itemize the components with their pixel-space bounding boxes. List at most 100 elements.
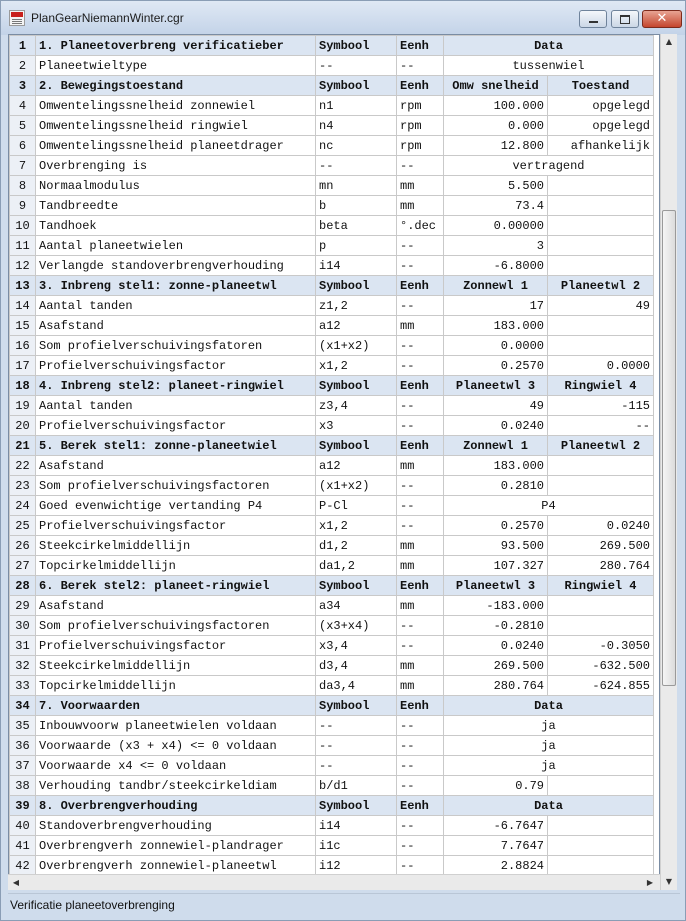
cell-a[interactable]: Steekcirkelmiddellijn — [35, 535, 316, 556]
cell-e[interactable]: -115 — [547, 395, 654, 416]
cell-e[interactable]: Planeetwl 2 — [547, 435, 654, 456]
minimize-button[interactable] — [579, 10, 607, 28]
vertical-scroll-thumb[interactable] — [662, 210, 676, 686]
cell-d[interactable]: 107.327 — [443, 555, 548, 576]
cell-a[interactable]: Overbrengverh zonnewiel-plandrager — [35, 835, 316, 856]
cell-b[interactable]: p — [315, 235, 397, 256]
cell-c[interactable]: mm — [396, 595, 444, 616]
cell-c[interactable]: -- — [396, 775, 444, 796]
cell-a[interactable]: Omwentelingssnelheid planeetdrager — [35, 135, 316, 156]
cell-c[interactable]: rpm — [396, 95, 444, 116]
cell-d[interactable]: -6.8000 — [443, 255, 548, 276]
cell-e[interactable] — [547, 315, 654, 336]
cell-a[interactable]: Steekcirkelmiddellijn — [35, 655, 316, 676]
cell-e[interactable] — [547, 455, 654, 476]
cell-a[interactable]: Verlangde standoverbrengverhouding — [35, 255, 316, 276]
cell-c[interactable]: -- — [396, 475, 444, 496]
cell-c[interactable]: mm — [396, 675, 444, 696]
cell-a[interactable]: 3. Inbreng stel1: zonne-planeetwl — [35, 275, 316, 296]
scroll-down-arrow-icon[interactable]: ▼ — [661, 874, 677, 890]
cell-span[interactable]: ja — [443, 715, 654, 736]
cell-b[interactable]: -- — [315, 735, 397, 756]
cell-a[interactable]: Som profielverschuivingsfactoren — [35, 475, 316, 496]
cell-a[interactable]: Profielverschuivingsfactor — [35, 355, 316, 376]
cell-e[interactable]: opgelegd — [547, 115, 654, 136]
cell-b[interactable]: -- — [315, 55, 397, 76]
cell-b[interactable]: x1,2 — [315, 355, 397, 376]
cell-a[interactable]: Topcirkelmiddellijn — [35, 675, 316, 696]
cell-b[interactable]: Symbool — [315, 75, 397, 96]
cell-c[interactable]: -- — [396, 515, 444, 536]
cell-c[interactable]: Eenh — [396, 375, 444, 396]
cell-a[interactable]: Tandhoek — [35, 215, 316, 236]
cell-c[interactable]: Eenh — [396, 795, 444, 816]
cell-a[interactable]: Voorwaarde x4 <= 0 voldaan — [35, 755, 316, 776]
cell-e[interactable] — [547, 215, 654, 236]
cell-c[interactable]: Eenh — [396, 35, 444, 56]
scroll-right-arrow-icon[interactable]: ▶ — [642, 875, 658, 890]
cell-d[interactable]: Zonnewl 1 — [443, 435, 548, 456]
cell-a[interactable]: Som profielverschuivingsfatoren — [35, 335, 316, 356]
cell-c[interactable]: -- — [396, 295, 444, 316]
cell-c[interactable]: mm — [396, 555, 444, 576]
cell-a[interactable]: Standoverbrengverhouding — [35, 815, 316, 836]
cell-e[interactable]: -0.3050 — [547, 635, 654, 656]
cell-d[interactable]: -6.7647 — [443, 815, 548, 836]
cell-c[interactable]: -- — [396, 755, 444, 776]
cell-b[interactable]: -- — [315, 715, 397, 736]
cell-d[interactable]: 183.000 — [443, 315, 548, 336]
cell-a[interactable]: Tandbreedte — [35, 195, 316, 216]
cell-b[interactable]: n4 — [315, 115, 397, 136]
cell-a[interactable]: Profielverschuivingsfactor — [35, 515, 316, 536]
cell-b[interactable]: P-Cl — [315, 495, 397, 516]
cell-c[interactable]: -- — [396, 735, 444, 756]
cell-b[interactable]: a12 — [315, 315, 397, 336]
cell-a[interactable]: Aantal tanden — [35, 395, 316, 416]
maximize-button[interactable] — [611, 10, 639, 28]
cell-a[interactable]: 1. Planeetoverbreng verificatieber — [35, 35, 316, 56]
cell-c[interactable]: mm — [396, 195, 444, 216]
cell-b[interactable]: z3,4 — [315, 395, 397, 416]
cell-e[interactable]: opgelegd — [547, 95, 654, 116]
cell-e[interactable] — [547, 175, 654, 196]
cell-span[interactable]: P4 — [443, 495, 654, 516]
cell-c[interactable]: -- — [396, 715, 444, 736]
cell-e[interactable] — [547, 195, 654, 216]
cell-a[interactable]: Asafstand — [35, 315, 316, 336]
cell-a[interactable]: 4. Inbreng stel2: planeet-ringwiel — [35, 375, 316, 396]
cell-a[interactable]: Asafstand — [35, 455, 316, 476]
cell-e[interactable]: afhankelijk — [547, 135, 654, 156]
cell-c[interactable]: Eenh — [396, 75, 444, 96]
cell-a[interactable]: Normaalmodulus — [35, 175, 316, 196]
cell-b[interactable]: mn — [315, 175, 397, 196]
cell-e[interactable]: -632.500 — [547, 655, 654, 676]
cell-d[interactable]: 280.764 — [443, 675, 548, 696]
cell-a[interactable]: Omwentelingssnelheid ringwiel — [35, 115, 316, 136]
cell-c[interactable]: mm — [396, 535, 444, 556]
cell-span[interactable]: ja — [443, 735, 654, 756]
cell-a[interactable]: Omwentelingssnelheid zonnewiel — [35, 95, 316, 116]
cell-c[interactable]: Eenh — [396, 275, 444, 296]
cell-c[interactable]: rpm — [396, 135, 444, 156]
cell-span[interactable]: Data — [443, 795, 654, 816]
cell-b[interactable]: i14 — [315, 255, 397, 276]
cell-c[interactable]: Eenh — [396, 695, 444, 716]
cell-a[interactable]: Aantal tanden — [35, 295, 316, 316]
cell-b[interactable]: a34 — [315, 595, 397, 616]
cell-c[interactable]: -- — [396, 355, 444, 376]
cell-b[interactable]: Symbool — [315, 795, 397, 816]
cell-e[interactable] — [547, 615, 654, 636]
title-bar[interactable]: PlanGearNiemannWinter.cgr ✕ — [1, 1, 685, 35]
cell-c[interactable]: °.dec — [396, 215, 444, 236]
horizontal-scrollbar[interactable]: ◀ ▶ — [8, 874, 660, 890]
cell-a[interactable]: 2. Bewegingstoestand — [35, 75, 316, 96]
cell-d[interactable]: Planeetwl 3 — [443, 575, 548, 596]
cell-a[interactable]: 5. Berek stel1: zonne-planeetwiel — [35, 435, 316, 456]
cell-c[interactable]: mm — [396, 315, 444, 336]
cell-e[interactable] — [547, 815, 654, 836]
cell-b[interactable]: b/d1 — [315, 775, 397, 796]
cell-b[interactable]: beta — [315, 215, 397, 236]
cell-b[interactable]: -- — [315, 155, 397, 176]
cell-b[interactable]: Symbool — [315, 695, 397, 716]
vertical-scrollbar[interactable]: ▲ ▼ — [660, 34, 677, 890]
